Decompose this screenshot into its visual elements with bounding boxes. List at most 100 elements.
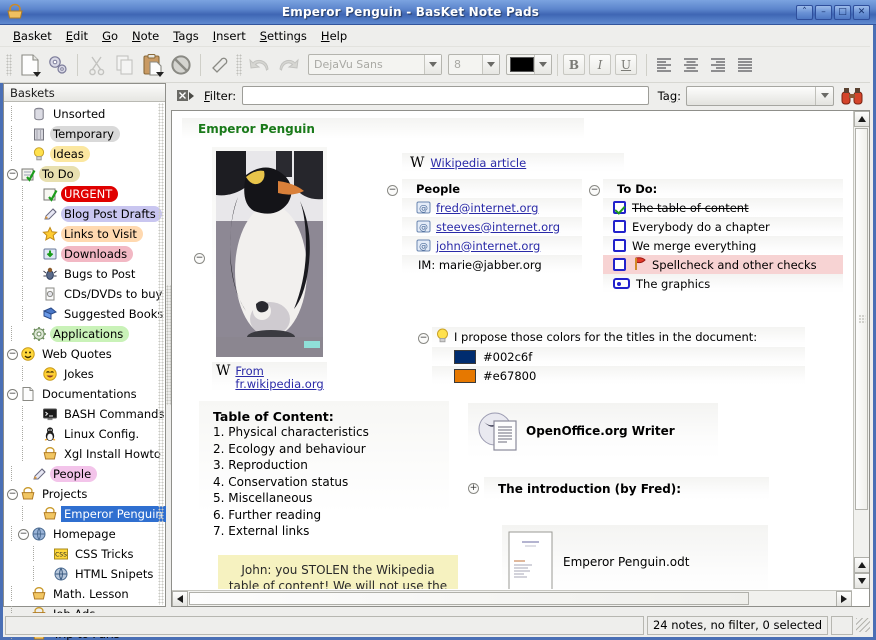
menu-item-basket[interactable]: Basket [6,27,59,45]
note-comment[interactable]: John: you STOLEN the Wikipedia table of … [218,555,458,589]
underline-button[interactable]: U [615,54,637,75]
chevron-down-icon[interactable] [424,55,441,74]
color-item-1[interactable]: #e67800 [432,366,805,385]
group-collapse-todo[interactable]: − [589,185,600,196]
sidebar-item-linux-config[interactable]: Linux Config. [4,424,165,444]
group-collapse-image[interactable]: − [194,253,205,264]
toolbar-grip[interactable] [6,54,12,76]
tree-expander[interactable]: − [7,489,18,500]
todo-checkbox[interactable] [613,258,626,271]
sidebar-item-downloads[interactable]: Downloads [4,244,165,264]
sidebar-item-bash-commands[interactable]: BASH Commands [4,404,165,424]
sidebar-item-ideas[interactable]: Ideas [4,144,165,164]
sidebar-item-bugs-to-post[interactable]: Bugs to Post [4,264,165,284]
note-introduction-heading[interactable]: The introduction (by Fred): [484,477,769,500]
menu-item-settings[interactable]: Settings [253,27,314,45]
content-vertical-scrollbar[interactable] [853,111,869,589]
tags-button[interactable] [206,51,234,79]
email-link[interactable]: steeves@internet.org [436,220,560,234]
sidebar-item-suggested-books[interactable]: Suggested Books [4,304,165,324]
sidebar-item-css-tricks[interactable]: CSSCSS Tricks [4,544,165,564]
note-image-caption[interactable]: W From fr.wikipedia.org [212,362,327,392]
group-expand-introduction[interactable]: + [468,483,479,494]
align-justify-button[interactable] [733,54,757,76]
sidebar-item-people[interactable]: People [4,464,165,484]
shade-button[interactable]: ˄ [796,5,813,20]
align-left-button[interactable] [652,54,676,76]
email-link[interactable]: fred@internet.org [436,201,538,215]
chevron-down-icon[interactable] [482,55,499,74]
tree-expander[interactable]: − [18,529,29,540]
note-table-of-content[interactable]: Table of Content: 1. Physical characteri… [199,401,449,550]
sidebar-item-urgent[interactable]: URGENT [4,184,165,204]
baskets-scrollbar[interactable] [158,103,164,605]
image-source-link-line2[interactable]: fr.wikipedia.org [235,377,323,391]
todo-checkbox[interactable] [613,239,626,252]
menu-item-edit[interactable]: Edit [59,27,95,45]
find-binoculars-icon[interactable] [840,86,864,106]
todo-item-4[interactable]: The graphics [603,274,843,293]
note-wikipedia-link[interactable]: W Wikipedia article [402,153,624,172]
menu-item-go[interactable]: Go [95,27,125,45]
email-link[interactable]: john@internet.org [436,239,540,253]
sidebar-item-math-lesson[interactable]: Math. Lesson [4,584,165,604]
todo-item-2[interactable]: We merge everything [603,236,843,255]
scroll-down-button[interactable] [854,573,870,589]
filter-input[interactable] [242,86,648,105]
sidebar-item-emperor-penguin[interactable]: Emperor Penguin [4,504,165,524]
tree-expander[interactable]: − [7,169,18,180]
chevron-down-icon[interactable] [534,55,551,74]
note-email-2[interactable]: @ john@internet.org [402,236,582,255]
resize-grip[interactable] [856,618,870,632]
sidebar-item-unsorted[interactable]: Unsorted [4,104,165,124]
scroll-up-button-bottom[interactable] [854,557,870,573]
todo-item-1[interactable]: Everybody do a chapter [603,217,843,236]
horizontal-scroll-thumb[interactable] [189,592,749,605]
new-note-button[interactable] [16,51,44,79]
people-im[interactable]: IM: marie@jabber.org [402,255,582,274]
toolbar-grip-2[interactable] [236,54,242,76]
vertical-scroll-thumb[interactable] [855,128,868,510]
todo-checkbox[interactable] [613,220,626,233]
note-openoffice-launcher[interactable]: OpenOffice.org Writer [468,403,718,459]
wikipedia-article-link[interactable]: Wikipedia article [430,156,526,170]
text-color-combo[interactable] [506,54,552,75]
note-email-0[interactable]: @ fred@internet.org [402,198,582,217]
note-email-1[interactable]: @ steeves@internet.org [402,217,582,236]
new-from-template-button[interactable] [44,51,72,79]
sidebar-item-homepage[interactable]: −Homepage [4,524,165,544]
cut-button[interactable] [83,51,111,79]
undo-button[interactable] [246,51,274,79]
notes-canvas[interactable]: Emperor Penguin − [172,111,852,589]
menu-item-insert[interactable]: Insert [206,27,253,45]
note-odt-file[interactable]: Emperor Penguin.odt [502,525,768,589]
italic-button[interactable]: I [589,54,611,75]
sidebar-item-links-to-visit[interactable]: Links to Visit [4,224,165,244]
menu-item-note[interactable]: Note [125,27,166,45]
group-collapse-people[interactable]: − [387,185,398,196]
sidebar-item-html-snipets[interactable]: HTML Snipets [4,564,165,584]
filter-toggle-icon[interactable] [176,88,196,104]
sidebar-item-temporary[interactable]: Temporary [4,124,165,144]
tree-expander[interactable]: − [7,349,18,360]
copy-button[interactable] [111,51,139,79]
sidebar-item-documentations[interactable]: −Documentations [4,384,165,404]
image-source-link-line1[interactable]: From [235,364,264,378]
align-right-button[interactable] [706,54,730,76]
sidebar-item-applications[interactable]: Applications [4,324,165,344]
sidebar-item-to-do[interactable]: −To Do [4,164,165,184]
color-item-0[interactable]: #002c6f [432,347,805,366]
todo-item-0[interactable]: The table of content [603,198,843,217]
wikipedia-link-row[interactable]: W Wikipedia article [402,153,624,172]
baskets-tree[interactable]: UnsortedTemporaryIdeas−To DoURGENTBlog P… [4,102,165,640]
sidebar-item-xgl-install-howto[interactable]: Xgl Install Howto [4,444,165,464]
todo-item-3[interactable]: Spellcheck and other checks [603,255,843,274]
menu-item-help[interactable]: Help [314,27,354,45]
group-collapse-colors[interactable]: − [418,333,429,344]
scroll-right-button[interactable] [836,591,852,607]
font-family-combo[interactable]: DejaVu Sans [308,54,442,75]
todo-checkbox[interactable] [613,201,626,214]
align-center-button[interactable] [679,54,703,76]
sidebar-item-blog-post-drafts[interactable]: Blog Post Drafts [4,204,165,224]
bold-button[interactable]: B [563,54,585,75]
